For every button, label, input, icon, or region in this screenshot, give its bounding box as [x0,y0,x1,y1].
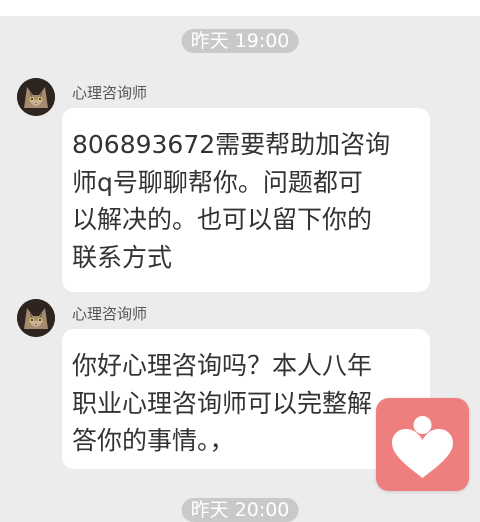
message-text-line: 以解决的。也可以留下你的 [72,205,373,234]
cat-avatar-icon[interactable] [17,299,55,337]
floating-heart-button[interactable] [376,398,469,491]
message-text-line: 职业心理咨询师可以完整解 [72,388,373,418]
timestamp-divider: 昨天 19:00 [181,29,299,53]
message-bubble[interactable]: 806893672需要帮助加咨询 师q号聊聊帮你。问题都可 以解决的。也可以留下… [62,108,430,292]
cat-avatar-icon[interactable] [17,78,55,116]
message-text-line: 答你的事情。， [72,426,235,455]
sender-name: 心理咨询师 [72,305,148,323]
timestamp-divider: 昨天 20:00 [181,498,299,522]
sender-name: 心理咨询师 [72,84,148,102]
message-text-line: 806893672需要帮助加咨询 [72,130,391,159]
message-text-line: 师q号聊聊帮你。问题都可 [72,167,363,197]
message-bubble[interactable]: 你好心理咨询吗？本人八年 职业心理咨询师可以完整解 答你的事情。， [62,329,430,469]
message-text-line: 你好心理咨询吗？本人八年 [72,351,373,380]
heart-person-icon [392,416,453,478]
top-edge [0,0,480,16]
message-text-line: 联系方式 [72,242,173,272]
